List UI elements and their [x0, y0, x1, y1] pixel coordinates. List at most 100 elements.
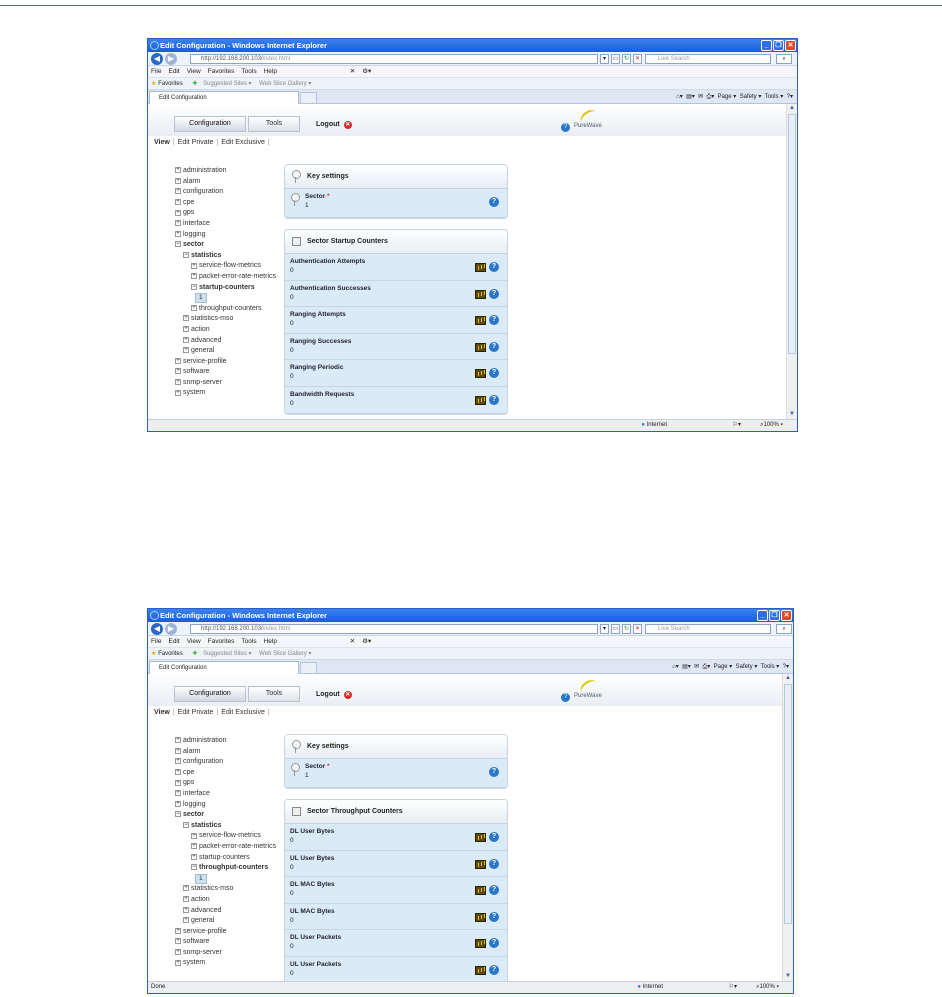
help-icon[interactable]: ?	[489, 767, 499, 777]
menu-file[interactable]: File	[151, 638, 161, 645]
help-icon[interactable]: ?	[561, 123, 570, 132]
help-icon[interactable]: ?	[489, 262, 499, 272]
vertical-scrollbar[interactable]: ▲ ▼	[786, 104, 797, 419]
page-menu[interactable]: Page ▾	[718, 94, 737, 100]
expand-plus-icon[interactable]: +	[175, 747, 181, 754]
tree-node[interactable]: + service-flow-metrics	[175, 261, 276, 272]
favorites-button[interactable]: Favorites	[158, 81, 183, 87]
help-icon[interactable]: ?	[489, 288, 499, 299]
expand-plus-icon[interactable]: +	[175, 779, 181, 786]
edit-exclusive-link[interactable]: Edit Exclusive	[221, 709, 265, 716]
tree-node[interactable]: + software	[175, 937, 276, 948]
tree-node[interactable]: + cpe	[175, 768, 276, 779]
tree-node-label[interactable]: software	[183, 938, 209, 945]
tree-node-label[interactable]: administration	[183, 167, 227, 174]
tree-node-label[interactable]: gps	[183, 209, 194, 216]
page-menu[interactable]: Page ▾	[714, 664, 733, 670]
collapse-minus-icon[interactable]: −	[191, 864, 197, 871]
scroll-up-icon[interactable]: ▲	[787, 104, 797, 113]
expand-plus-icon[interactable]: +	[175, 220, 181, 227]
graph-icon[interactable]	[475, 369, 486, 379]
tree-node[interactable]: + administration	[175, 736, 276, 747]
tree-node-label[interactable]: statistics-mso	[191, 885, 233, 892]
tree-node[interactable]: + cpe	[175, 198, 276, 209]
mail-icon[interactable]: ✉	[698, 94, 703, 100]
print-icon[interactable]: ⎙▾	[706, 94, 714, 100]
maximize-button[interactable]: ❐	[773, 40, 784, 51]
expand-plus-icon[interactable]: +	[183, 885, 189, 892]
help-icon[interactable]: ?	[489, 832, 499, 842]
tree-node-label[interactable]: software	[183, 368, 209, 375]
menu-favorites[interactable]: Favorites	[208, 638, 235, 645]
tree-node[interactable]: + service-profile	[175, 357, 276, 368]
tree-node[interactable]: + statistics-mso	[175, 314, 276, 325]
tree-node-label[interactable]: throughput-counters	[199, 305, 262, 312]
browser-tab[interactable]: Edit Configuration	[149, 91, 299, 104]
tree-node[interactable]: + alarm	[175, 747, 276, 758]
back-arrow-icon[interactable]: ◀	[151, 53, 163, 65]
tree-leaf-label[interactable]: 1	[195, 873, 207, 884]
protected-mode-icon[interactable]: ⚐▾	[729, 982, 737, 993]
tree-node[interactable]: 1	[175, 873, 276, 885]
tree-node-label[interactable]: alarm	[183, 178, 201, 185]
search-input[interactable]: Live Search	[645, 54, 771, 64]
maximize-button[interactable]: ❐	[769, 610, 780, 621]
forward-arrow-icon[interactable]: ▶	[165, 53, 177, 65]
graph-icon[interactable]	[475, 939, 486, 949]
tree-node[interactable]: + action	[175, 895, 276, 906]
graph-icon[interactable]	[475, 859, 486, 869]
tree-node-label[interactable]: statistics-mso	[191, 315, 233, 322]
tree-node[interactable]: − sector	[175, 240, 276, 251]
tab-tools[interactable]: Tools	[248, 686, 300, 702]
tree-node-label[interactable]: statistics	[191, 252, 221, 259]
window-title-bar[interactable]: Edit Configuration - Windows Internet Ex…	[148, 39, 797, 52]
expand-plus-icon[interactable]: +	[175, 230, 181, 237]
help-icon[interactable]: ?	[561, 693, 570, 702]
tree-node-label[interactable]: sector	[183, 241, 204, 248]
expand-plus-icon[interactable]: +	[175, 368, 181, 375]
home-icon[interactable]: ⌂▾	[672, 664, 679, 670]
tree-node[interactable]: + general	[175, 916, 276, 927]
tree-node[interactable]: − sector	[175, 810, 276, 821]
tree-node-label[interactable]: logging	[183, 801, 206, 808]
menu-view[interactable]: View	[187, 68, 201, 75]
scroll-thumb[interactable]	[788, 114, 796, 354]
help-menu-icon[interactable]: ?▾	[787, 94, 793, 100]
expand-plus-icon[interactable]: +	[191, 262, 197, 269]
expand-plus-icon[interactable]: +	[175, 959, 181, 966]
expand-plus-icon[interactable]: +	[175, 938, 181, 945]
expand-plus-icon[interactable]: +	[175, 949, 181, 956]
graph-icon[interactable]	[475, 833, 486, 842]
add-favorite-icon[interactable]: ✚	[192, 651, 197, 657]
compat-icon[interactable]: ▭	[611, 624, 620, 634]
expand-plus-icon[interactable]: +	[175, 389, 181, 396]
expand-plus-icon[interactable]: +	[191, 273, 197, 280]
tree-node-label[interactable]: system	[183, 959, 205, 966]
tree-node-label[interactable]: packet-error-rate-metrics	[199, 843, 276, 850]
scroll-up-icon[interactable]: ▲	[783, 674, 793, 683]
graph-icon[interactable]	[475, 912, 486, 922]
expand-plus-icon[interactable]: +	[175, 737, 181, 744]
menu-edit[interactable]: Edit	[168, 638, 179, 645]
tab-tools[interactable]: Tools	[248, 116, 300, 132]
menu-edit[interactable]: Edit	[168, 68, 179, 75]
search-icon[interactable]: ⌕	[776, 54, 792, 64]
web-slice-gallery[interactable]: Web Slice Gallery ▾	[259, 651, 311, 657]
expand-plus-icon[interactable]: +	[191, 843, 197, 850]
collapse-minus-icon[interactable]: −	[175, 811, 181, 818]
addon-icon[interactable]: ⚙▾	[362, 68, 371, 75]
favorites-button[interactable]: Favorites	[158, 651, 183, 657]
expand-plus-icon[interactable]: +	[191, 832, 197, 839]
tree-node[interactable]: + advanced	[175, 906, 276, 917]
url-input[interactable]: http://192.168.200.103/index.html	[190, 54, 598, 64]
tree-node-label[interactable]: system	[183, 389, 205, 396]
expand-plus-icon[interactable]: +	[175, 357, 181, 364]
graph-icon[interactable]	[475, 289, 486, 299]
help-menu-icon[interactable]: ?▾	[783, 664, 789, 670]
tree-node-label[interactable]: service-profile	[183, 358, 227, 365]
edit-private-link[interactable]: Edit Private	[178, 709, 214, 716]
tree-node[interactable]: + service-flow-metrics	[175, 831, 276, 842]
tree-node-label[interactable]: administration	[183, 737, 227, 744]
tree-node[interactable]: + general	[175, 346, 276, 357]
tree-node[interactable]: − throughput-counters	[175, 863, 276, 874]
